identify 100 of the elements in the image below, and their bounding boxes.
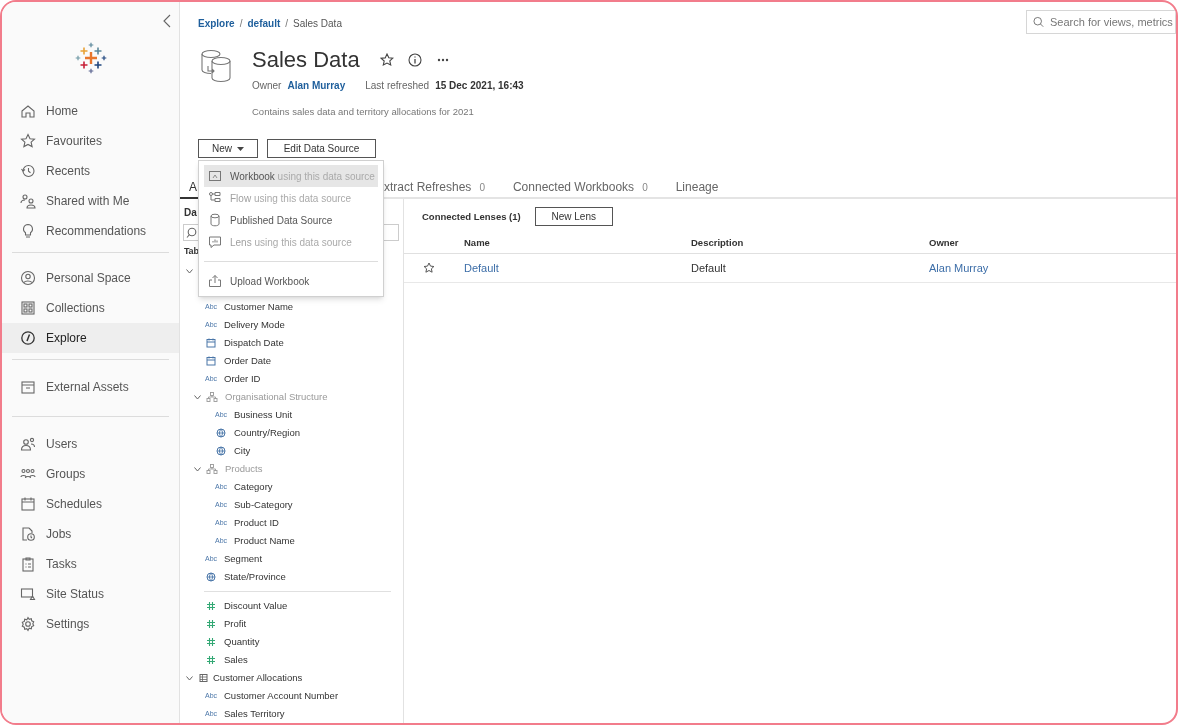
sidebar-item[interactable]: Collections — [2, 293, 179, 323]
field-label: Delivery Mode — [224, 317, 285, 332]
star-icon[interactable] — [423, 262, 435, 275]
flow-icon — [208, 191, 222, 205]
sidebar-item[interactable]: Recents — [2, 156, 179, 186]
owner-link[interactable]: Alan Murray — [287, 78, 346, 93]
tab-count: 0 — [642, 180, 648, 195]
description-text: Contains sales data and territory allocations for 2021 — [252, 105, 475, 119]
workbook-icon — [208, 169, 222, 183]
hash-icon — [204, 637, 218, 647]
calendar-icon — [20, 496, 36, 512]
star-icon — [20, 133, 36, 149]
lens-icon — [208, 235, 222, 249]
chevron-down-icon[interactable] — [194, 394, 201, 400]
sidebar-item[interactable]: Schedules — [2, 489, 179, 519]
sidebar-item[interactable]: External Assets — [2, 372, 179, 402]
owner-link[interactable]: Alan Murray — [929, 262, 989, 274]
calendar-icon — [204, 338, 218, 348]
menu-item[interactable]: Published Data Source — [204, 209, 378, 231]
star-icon[interactable] — [379, 53, 394, 67]
breadcrumb-separator: / — [239, 17, 243, 31]
tab[interactable]: xtract Refreshes 0 — [384, 177, 485, 200]
owner-label: Owner — [252, 79, 282, 93]
users-icon — [20, 436, 36, 452]
field-label: Business Unit — [234, 407, 293, 422]
grid-icon — [20, 300, 36, 316]
new-lens-button[interactable]: New Lens — [534, 207, 613, 227]
field-label: Customer Account Number — [224, 688, 339, 703]
field-label: Product ID — [234, 515, 279, 530]
archive-icon — [20, 379, 36, 395]
hierarchy-label: Organisational Structure — [225, 389, 328, 404]
sidebar-item[interactable]: Jobs — [2, 519, 179, 549]
search-icon — [186, 227, 197, 239]
history-icon — [20, 163, 36, 179]
logo-icon — [74, 42, 107, 74]
sidebar-item[interactable]: Site Status — [2, 579, 179, 609]
lightbulb-icon — [20, 223, 36, 239]
field-label: Quantity — [224, 634, 260, 649]
column-header: Name — [464, 235, 491, 250]
hash-icon — [204, 601, 218, 611]
info-icon[interactable] — [407, 53, 422, 67]
sidebar-item[interactable]: Groups — [2, 459, 179, 489]
globe-icon — [214, 446, 228, 456]
monitor-alert-icon — [20, 586, 36, 602]
database-icon — [198, 48, 234, 84]
globe-icon — [214, 428, 228, 438]
hierarchy-label: Products — [225, 461, 263, 476]
table-cell-text: Default — [691, 261, 727, 276]
tables-label: Tab — [184, 245, 199, 257]
sidebar-item[interactable]: Favourites — [2, 126, 179, 156]
sidebar-item[interactable]: Explore — [2, 323, 179, 353]
sidebar-item[interactable]: Recommendations — [2, 216, 179, 246]
refreshed-date: 15 Dec 2021, 16:43 — [435, 79, 524, 93]
breadcrumb-link[interactable]: default — [247, 16, 281, 31]
sidebar-item[interactable]: Personal Space — [2, 263, 179, 293]
settings-icon — [20, 616, 36, 632]
breadcrumb-current: Sales Data — [293, 17, 342, 31]
new-button[interactable]: New — [198, 139, 258, 159]
hash-icon — [204, 619, 218, 629]
chevron-down-icon[interactable] — [186, 675, 193, 681]
clipboard-icon — [20, 556, 36, 572]
tab-count: 0 — [479, 180, 485, 195]
field-label: Segment — [224, 551, 263, 566]
chevron-down-icon[interactable] — [186, 268, 193, 274]
field-label: Sub-Category — [234, 497, 293, 512]
field-label: Customer Name — [224, 299, 294, 314]
document-clock-icon — [20, 526, 36, 542]
field-label: Category — [234, 479, 273, 494]
breadcrumb-separator: / — [285, 17, 289, 31]
column-header: Description — [691, 235, 745, 250]
tab[interactable]: Lineage — [675, 177, 719, 200]
collapse-chevron-icon[interactable] — [163, 14, 171, 28]
refreshed-label: Last refreshed — [365, 79, 430, 93]
column-header: Owner — [929, 235, 960, 250]
sidebar-item[interactable]: Home — [2, 96, 179, 126]
field-label: Profit — [224, 616, 247, 631]
menu-item[interactable]: Upload Workbook — [204, 270, 378, 292]
page-title: Sales Data — [252, 46, 360, 74]
sidebar-item[interactable]: Shared with Me — [2, 186, 179, 216]
sidebar-item[interactable]: Settings — [2, 609, 179, 639]
search-field[interactable]: Search for views, metrics — [1026, 10, 1176, 34]
calendar-icon — [204, 356, 218, 366]
field-label: Product Name — [234, 533, 295, 548]
breadcrumb-link[interactable]: Explore — [198, 16, 235, 31]
people-icon — [20, 193, 36, 209]
hierarchy-icon — [205, 464, 219, 474]
tab[interactable]: Connected Workbooks 0 — [512, 177, 648, 200]
section-title: Connected Lenses (1) — [422, 209, 521, 224]
hierarchy-icon — [205, 392, 219, 402]
sidebar-item[interactable]: Users — [2, 429, 179, 459]
edit-button[interactable]: Edit Data Source — [267, 139, 376, 159]
table-icon — [196, 673, 210, 683]
field-label: Sales Territory — [224, 706, 285, 721]
field-label: Sales — [224, 652, 248, 667]
lens-link[interactable]: Default — [464, 262, 499, 274]
field-label: Order ID — [224, 371, 261, 386]
sidebar-item[interactable]: Tasks — [2, 549, 179, 579]
upload-icon — [208, 274, 222, 288]
chevron-down-icon[interactable] — [194, 466, 201, 472]
field-label: City — [234, 443, 251, 458]
